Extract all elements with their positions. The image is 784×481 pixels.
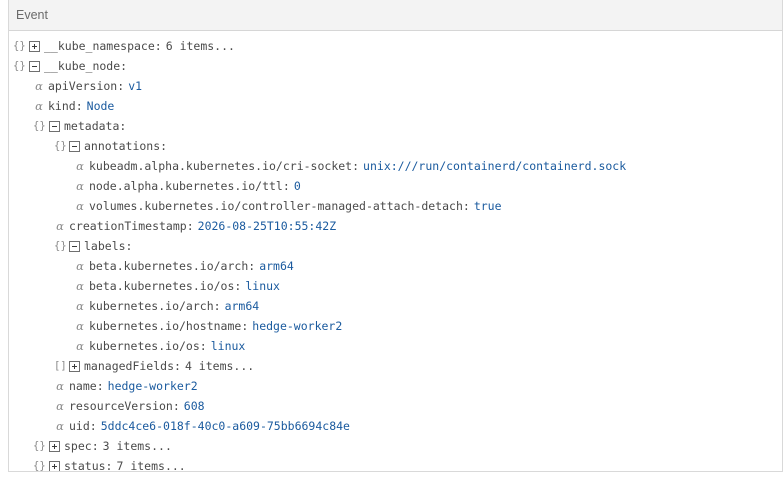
string-type-icon: α	[76, 279, 84, 293]
node-key: __kube_node	[44, 59, 121, 73]
leaf-key: kubernetes.io/arch	[89, 299, 214, 313]
leaf-value[interactable]: linux	[245, 279, 280, 293]
leaf-value[interactable]: hedge-worker2	[108, 379, 198, 393]
string-type-icon: α	[76, 319, 84, 333]
leaf-value[interactable]: arm64	[225, 299, 260, 313]
object-type-icon: {}	[54, 140, 67, 152]
node-key: managedFields	[84, 359, 175, 373]
tree-leaf-beta-os[interactable]: α beta.kubernetes.io/os: linux	[9, 276, 782, 296]
object-type-icon: {}	[33, 460, 46, 472]
node-key: labels	[84, 239, 126, 253]
leaf-value[interactable]: v1	[128, 79, 142, 93]
leaf-value[interactable]: 5ddc4ce6-018f-40c0-a609-75bb6694c84e	[101, 419, 350, 433]
string-type-icon: α	[76, 259, 84, 273]
leaf-value[interactable]: true	[474, 199, 502, 213]
event-header: Event	[9, 0, 782, 31]
tree-leaf-resource-version[interactable]: α resourceVersion: 608	[9, 396, 782, 416]
tree-leaf-apiversion[interactable]: α apiVersion: v1	[9, 76, 782, 96]
string-type-icon: α	[56, 379, 64, 393]
leaf-value[interactable]: 608	[184, 399, 205, 413]
leaf-key: beta.kubernetes.io/os	[89, 279, 235, 293]
item-count: 6 items...	[165, 39, 235, 53]
leaf-key: apiVersion	[48, 79, 118, 93]
string-type-icon: α	[35, 99, 43, 113]
object-type-icon: {}	[33, 120, 46, 132]
tree-node-kube-namespace[interactable]: {} __kube_namespace: 6 items...	[9, 36, 782, 56]
leaf-value[interactable]: linux	[211, 339, 246, 353]
node-key: spec	[64, 439, 92, 453]
leaf-value[interactable]: arm64	[259, 259, 294, 273]
leaf-key: volumes.kubernetes.io/controller-managed…	[89, 199, 463, 213]
string-type-icon: α	[76, 199, 84, 213]
tree-node-metadata[interactable]: {} metadata:	[9, 116, 782, 136]
leaf-key: kubeadm.alpha.kubernetes.io/cri-socket	[89, 159, 353, 173]
tree-leaf-hostname[interactable]: α kubernetes.io/hostname: hedge-worker2	[9, 316, 782, 336]
object-type-icon: {}	[54, 240, 67, 252]
leaf-value[interactable]: hedge-worker2	[252, 319, 342, 333]
tree-leaf-name[interactable]: α name: hedge-worker2	[9, 376, 782, 396]
leaf-key: kubernetes.io/hostname	[89, 319, 242, 333]
leaf-key: name	[69, 379, 97, 393]
tree-leaf-attach-detach[interactable]: α volumes.kubernetes.io/controller-manag…	[9, 196, 782, 216]
leaf-value[interactable]: 2026-08-25T10:55:42Z	[198, 219, 336, 233]
expand-icon[interactable]	[49, 461, 60, 471]
tree-leaf-creation-timestamp[interactable]: α creationTimestamp: 2026-08-25T10:55:42Z	[9, 216, 782, 236]
event-title: Event	[16, 8, 48, 22]
tree-node-annotations[interactable]: {} annotations:	[9, 136, 782, 156]
string-type-icon: α	[56, 219, 64, 233]
tree-node-spec[interactable]: {} spec: 3 items...	[9, 436, 782, 456]
tree-leaf-os[interactable]: α kubernetes.io/os: linux	[9, 336, 782, 356]
leaf-value[interactable]: unix:///run/containerd/containerd.sock	[363, 159, 626, 173]
string-type-icon: α	[76, 299, 84, 313]
string-type-icon: α	[76, 339, 84, 353]
object-type-icon: {}	[13, 60, 26, 72]
collapse-icon[interactable]	[29, 61, 40, 72]
string-type-icon: α	[76, 179, 84, 193]
tree-node-kube-node[interactable]: {} __kube_node:	[9, 56, 782, 76]
item-count: 3 items...	[102, 439, 172, 453]
collapse-icon[interactable]	[69, 241, 80, 252]
node-key: metadata	[64, 119, 120, 133]
node-key: status	[64, 459, 106, 472]
tree-node-status[interactable]: {} status: 7 items...	[9, 456, 782, 472]
leaf-key: uid	[69, 419, 90, 433]
leaf-key: beta.kubernetes.io/arch	[89, 259, 249, 273]
leaf-key: node.alpha.kubernetes.io/ttl	[89, 179, 283, 193]
leaf-value[interactable]: Node	[87, 99, 115, 113]
string-type-icon: α	[76, 159, 84, 173]
tree-leaf-beta-arch[interactable]: α beta.kubernetes.io/arch: arm64	[9, 256, 782, 276]
collapse-icon[interactable]	[69, 141, 80, 152]
expand-icon[interactable]	[69, 361, 80, 372]
tree-node-managed-fields[interactable]: [] managedFields: 4 items...	[9, 356, 782, 376]
leaf-key: kind	[48, 99, 76, 113]
json-tree: {} __kube_namespace: 6 items... {} __kube…	[9, 31, 782, 472]
item-count: 7 items...	[116, 459, 186, 472]
collapse-icon[interactable]	[49, 121, 60, 132]
tree-leaf-cri-socket[interactable]: α kubeadm.alpha.kubernetes.io/cri-socket…	[9, 156, 782, 176]
leaf-key: kubernetes.io/os	[89, 339, 200, 353]
expand-icon[interactable]	[49, 441, 60, 452]
array-type-icon: []	[54, 360, 67, 372]
event-panel: Event {} __kube_namespace: 6 items... {} …	[8, 0, 783, 472]
tree-leaf-arch[interactable]: α kubernetes.io/arch: arm64	[9, 296, 782, 316]
expand-icon[interactable]	[29, 41, 40, 52]
tree-leaf-uid[interactable]: α uid: 5ddc4ce6-018f-40c0-a609-75bb6694c8…	[9, 416, 782, 436]
string-type-icon: α	[56, 399, 64, 413]
object-type-icon: {}	[13, 40, 26, 52]
node-key: __kube_namespace	[44, 39, 155, 53]
string-type-icon: α	[56, 419, 64, 433]
tree-leaf-ttl[interactable]: α node.alpha.kubernetes.io/ttl: 0	[9, 176, 782, 196]
leaf-key: resourceVersion	[69, 399, 173, 413]
node-key: annotations	[84, 139, 161, 153]
object-type-icon: {}	[33, 440, 46, 452]
leaf-value[interactable]: 0	[294, 179, 301, 193]
string-type-icon: α	[35, 79, 43, 93]
tree-node-labels[interactable]: {} labels:	[9, 236, 782, 256]
item-count: 4 items...	[184, 359, 255, 373]
leaf-key: creationTimestamp	[69, 219, 187, 233]
tree-leaf-kind[interactable]: α kind: Node	[9, 96, 782, 116]
